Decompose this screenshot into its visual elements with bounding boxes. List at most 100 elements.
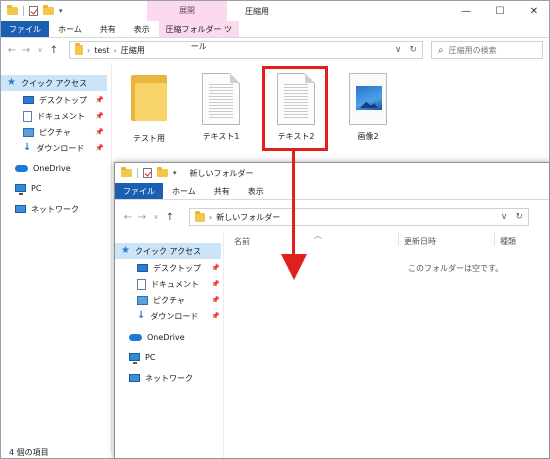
new-folder-icon[interactable] xyxy=(43,5,54,15)
pin-icon[interactable]: 📌 xyxy=(95,112,104,120)
up-arrow-icon[interactable]: ↑ xyxy=(163,212,177,223)
breadcrumb-separator: › xyxy=(87,45,91,55)
address-bar[interactable]: › test › 圧縮用 ∨ ↻ xyxy=(69,41,423,59)
back-ribbon-tabs: ファイル ホーム 共有 表示 圧縮フォルダー ツール xyxy=(1,21,549,51)
nav-desktop[interactable]: デスクトップ xyxy=(1,92,87,108)
maximize-button[interactable]: ☐ xyxy=(483,1,517,21)
pin-icon[interactable]: 📌 xyxy=(95,96,104,104)
file-name: テキスト1 xyxy=(202,132,240,141)
address-controls: ∨ ↻ xyxy=(395,42,417,58)
file-name: 画像2 xyxy=(357,132,379,141)
address-bar[interactable]: › 新しいフォルダー ∨ ↻ xyxy=(189,208,529,226)
tab-home[interactable]: ホーム xyxy=(163,183,205,199)
cloud-icon xyxy=(129,333,142,341)
column-divider[interactable] xyxy=(398,232,399,246)
nav-desktop[interactable]: デスクトップ xyxy=(115,260,201,276)
search-icon: ⌕ xyxy=(438,44,444,56)
forward-arrow-icon[interactable]: → xyxy=(19,45,33,56)
breadcrumb-current[interactable]: 新しいフォルダー xyxy=(216,212,280,223)
nav-label: OneDrive xyxy=(33,163,71,173)
nav-onedrive[interactable]: OneDrive xyxy=(1,160,71,176)
breadcrumb-test[interactable]: test xyxy=(94,46,109,55)
pin-icon[interactable]: 📌 xyxy=(95,128,104,136)
address-dropdown-icon[interactable]: ∨ xyxy=(395,45,402,55)
image-file-icon xyxy=(349,73,387,125)
toolbar-separator xyxy=(23,6,24,16)
up-arrow-icon[interactable]: ↑ xyxy=(47,45,61,56)
tab-view[interactable]: 表示 xyxy=(125,21,159,37)
nav-label: PC xyxy=(145,352,156,362)
new-folder-icon[interactable] xyxy=(157,167,168,177)
recent-locations-icon[interactable]: ∨ xyxy=(33,46,47,54)
refresh-icon[interactable]: ↻ xyxy=(409,45,417,55)
drag-arrow-line xyxy=(292,151,295,254)
nav-onedrive[interactable]: OneDrive xyxy=(115,329,185,345)
properties-icon[interactable] xyxy=(143,168,152,178)
nav-quick-access[interactable]: ★ クイック アクセス xyxy=(115,243,221,259)
nav-documents[interactable]: ドキュメント xyxy=(1,108,85,124)
back-arrow-icon[interactable]: ← xyxy=(5,45,19,56)
back-arrow-icon[interactable]: ← xyxy=(121,212,135,223)
file-item-text1[interactable]: テキスト1 xyxy=(189,73,253,142)
status-bar-item-count: 4 個の項目 xyxy=(9,448,49,457)
document-icon xyxy=(137,278,146,290)
file-item-image2[interactable]: 画像2 xyxy=(336,73,400,142)
properties-icon[interactable] xyxy=(29,6,38,16)
tab-home[interactable]: ホーム xyxy=(49,21,91,37)
column-divider[interactable] xyxy=(494,232,495,246)
address-dropdown-icon[interactable]: ∨ xyxy=(501,212,508,222)
tab-share[interactable]: 共有 xyxy=(205,183,239,199)
tab-view[interactable]: 表示 xyxy=(239,183,273,199)
pin-icon[interactable]: 📌 xyxy=(211,264,220,272)
close-button[interactable]: ✕ xyxy=(517,1,549,21)
empty-folder-message: このフォルダーは空です。 xyxy=(408,264,504,273)
tab-compressed-folder-tools[interactable]: 圧縮フォルダー ツール xyxy=(158,21,239,51)
desktop-icon xyxy=(137,264,148,272)
sort-ascending-icon: ︿ xyxy=(314,231,322,240)
pin-icon[interactable]: 📌 xyxy=(211,280,220,288)
file-item-folder[interactable]: テスト用 xyxy=(117,73,181,144)
nav-pictures[interactable]: ピクチャ xyxy=(115,292,185,308)
pictures-icon xyxy=(137,295,148,305)
back-quick-access-toolbar: ▾ xyxy=(1,5,63,16)
drag-arrow-head-icon xyxy=(281,254,307,280)
nav-quick-access[interactable]: ★ クイック アクセス xyxy=(1,75,107,91)
search-input[interactable]: ⌕ 圧縮用の検索 xyxy=(431,41,543,59)
folder-icon xyxy=(75,43,83,55)
recent-locations-icon[interactable]: ∨ xyxy=(149,213,163,221)
breadcrumb-current[interactable]: 圧縮用 xyxy=(121,45,145,56)
desktop-icon xyxy=(23,96,34,104)
forward-arrow-icon[interactable]: → xyxy=(135,212,149,223)
nav-pictures[interactable]: ピクチャ xyxy=(1,124,71,140)
pin-icon[interactable]: 📌 xyxy=(211,296,220,304)
column-header-name[interactable]: 名前 xyxy=(234,236,250,247)
minimize-button[interactable]: — xyxy=(449,1,483,21)
pin-icon[interactable]: 📌 xyxy=(211,312,220,320)
customize-toolbar-icon[interactable]: ▾ xyxy=(59,7,63,15)
search-placeholder: 圧縮用の検索 xyxy=(448,45,497,55)
computer-icon xyxy=(129,353,140,364)
nav-network[interactable]: ネットワーク xyxy=(115,370,193,386)
column-header-modified[interactable]: 更新日時 xyxy=(404,236,436,247)
nav-pc[interactable]: PC xyxy=(1,180,41,196)
customize-toolbar-icon[interactable]: ▾ xyxy=(173,169,177,177)
nav-network[interactable]: ネットワーク xyxy=(1,201,79,217)
nav-documents[interactable]: ドキュメント xyxy=(115,276,199,292)
star-icon: ★ xyxy=(7,77,16,88)
tab-share[interactable]: 共有 xyxy=(91,21,125,37)
cloud-icon xyxy=(15,164,28,172)
front-explorer-window: ▾ 新しいフォルダー ファイル ホーム 共有 表示 ← → ∨ ↑ › 新しいフ… xyxy=(114,162,550,459)
nav-label: ネットワーク xyxy=(31,204,79,214)
address-controls: ∨ ↻ xyxy=(501,209,523,225)
refresh-icon[interactable]: ↻ xyxy=(515,212,523,222)
pin-icon[interactable]: 📌 xyxy=(95,144,104,152)
nav-downloads[interactable]: ↓ ダウンロード xyxy=(115,308,198,324)
nav-downloads[interactable]: ↓ ダウンロード xyxy=(1,140,84,156)
context-tab-header: 展開 xyxy=(147,1,227,21)
nav-pc[interactable]: PC xyxy=(115,349,155,365)
pane-divider xyxy=(111,63,112,453)
tab-file[interactable]: ファイル xyxy=(1,21,49,37)
nav-label: ピクチャ xyxy=(153,295,185,305)
tab-file[interactable]: ファイル xyxy=(115,183,163,199)
column-header-type[interactable]: 種類 xyxy=(500,236,516,247)
